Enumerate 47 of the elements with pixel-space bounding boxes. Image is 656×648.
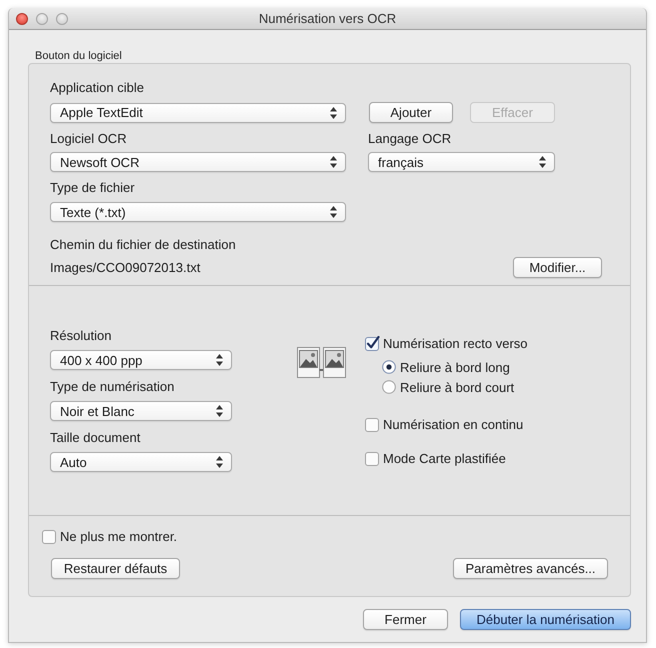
group-label: Bouton du logiciel xyxy=(34,50,122,62)
zoom-button[interactable] xyxy=(56,12,68,24)
checkbox[interactable] xyxy=(365,450,380,466)
checkbox-label: Numérisation en continu xyxy=(383,416,524,432)
duplex-pages-icon xyxy=(297,347,346,378)
field-label: Type de fichier xyxy=(50,180,135,196)
radio-button[interactable] xyxy=(382,380,396,394)
close-dialog-button[interactable]: Fermer xyxy=(363,609,448,630)
modify-button[interactable]: Modifier... xyxy=(513,257,602,278)
field-label: Type de numérisation xyxy=(50,379,174,395)
checkbox-label: Mode Carte plastifiée xyxy=(383,450,506,466)
checkbox-label: Numérisation recto verso xyxy=(383,336,528,350)
radio-button[interactable] xyxy=(382,360,396,374)
advanced-settings-button[interactable]: Paramètres avancés... xyxy=(453,558,608,579)
radio-label: Reliure à bord court xyxy=(400,380,514,394)
updown-arrows-icon xyxy=(330,106,337,118)
add-button[interactable]: Ajouter xyxy=(369,102,453,123)
scan-type-select[interactable]: Noir et Blanc xyxy=(50,401,232,421)
resolution-select[interactable]: 400 x 400 ppp xyxy=(50,350,232,370)
document-size-select[interactable]: Auto xyxy=(50,452,232,472)
checkbox[interactable] xyxy=(365,336,380,350)
start-scan-button[interactable]: Débuter la numérisation xyxy=(460,609,631,630)
checkbox[interactable] xyxy=(42,528,57,544)
file-type-select[interactable]: Texte (*.txt) xyxy=(50,202,346,222)
field-label: Application cible xyxy=(50,80,144,96)
target-application-select[interactable]: Apple TextEdit xyxy=(50,102,346,122)
field-label: Langage OCR xyxy=(368,131,452,147)
minimize-button[interactable] xyxy=(36,12,48,24)
checkbox[interactable] xyxy=(365,416,380,432)
field-label: Taille document xyxy=(50,430,140,446)
ocr-language-select[interactable]: français xyxy=(368,152,555,172)
ocr-software-select[interactable]: Newsoft OCR xyxy=(50,152,346,172)
field-label: Chemin du fichier de destination xyxy=(50,237,236,253)
close-button[interactable] xyxy=(16,12,28,24)
field-label: Logiciel OCR xyxy=(50,131,127,147)
updown-arrows-icon xyxy=(330,156,337,168)
field-label: Résolution xyxy=(50,328,112,344)
updown-arrows-icon xyxy=(216,354,223,366)
restore-defaults-button[interactable]: Restaurer défauts xyxy=(51,558,180,579)
updown-arrows-icon xyxy=(539,156,546,168)
checkbox-label: Ne plus me montrer. xyxy=(60,528,178,544)
window-title: Numérisation vers OCR xyxy=(258,11,396,26)
radio-label: Reliure à bord long xyxy=(400,360,510,374)
updown-arrows-icon xyxy=(330,206,337,218)
updown-arrows-icon xyxy=(216,456,223,468)
updown-arrows-icon xyxy=(216,405,223,417)
file-path-text: Images/CCO09072013.txt xyxy=(50,260,200,275)
